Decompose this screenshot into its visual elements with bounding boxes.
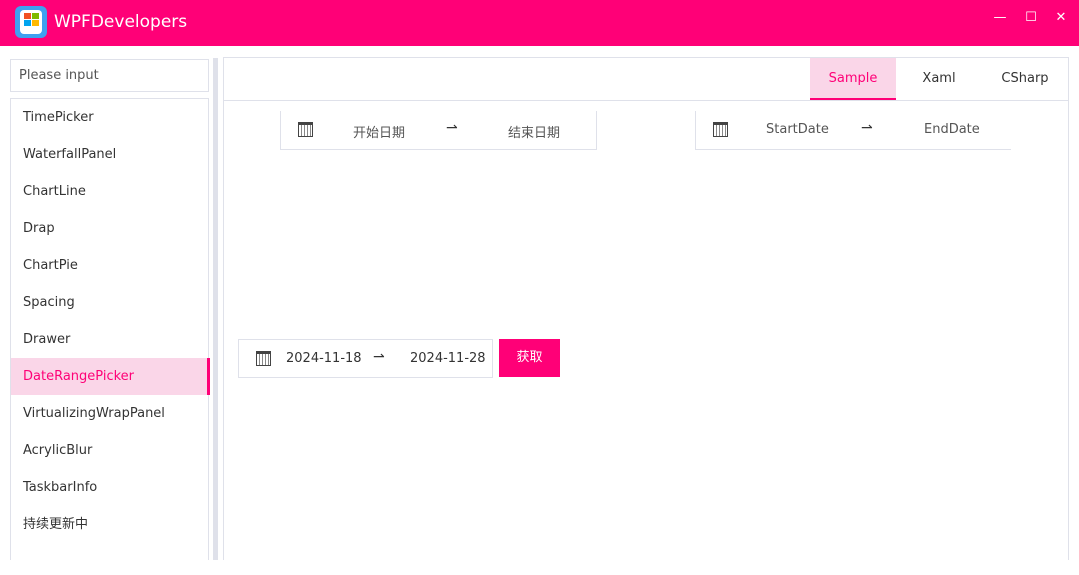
sidebar-item-waterfallpanel[interactable]: WaterfallPanel xyxy=(11,136,208,173)
tab-divider xyxy=(224,100,1068,101)
tab-sample[interactable]: Sample xyxy=(810,58,896,100)
date-range-picker-english[interactable]: StartDate ⇀ EndDate xyxy=(695,111,1011,150)
arrow-icon: ⇀ xyxy=(446,120,458,136)
tab-xaml[interactable]: Xaml xyxy=(896,58,982,100)
title-bar: WPFDevelopers — ☐ ✕ xyxy=(0,0,1079,46)
end-date-value: 2024-11-28 xyxy=(410,351,486,366)
arrow-icon: ⇀ xyxy=(373,349,385,365)
sidebar-item-timepicker[interactable]: TimePicker xyxy=(11,99,208,136)
calendar-icon xyxy=(298,122,313,137)
sidebar-item-chartline[interactable]: ChartLine xyxy=(11,173,208,210)
search-input[interactable]: Please input xyxy=(10,59,209,92)
sidebar-item-virtualizingwrappanel[interactable]: VirtualizingWrapPanel xyxy=(11,395,208,432)
close-button[interactable]: ✕ xyxy=(1051,10,1071,26)
sidebar-item-chartpie[interactable]: ChartPie xyxy=(11,247,208,284)
sidebar-item-drap[interactable]: Drap xyxy=(11,210,208,247)
sidebar-list: TimePicker WaterfallPanel ChartLine Drap… xyxy=(10,98,210,560)
start-date-value: 2024-11-18 xyxy=(286,351,362,366)
minimize-button[interactable]: — xyxy=(990,10,1010,26)
window-title: WPFDevelopers xyxy=(54,12,188,32)
date-range-picker-values[interactable]: 2024-11-18 ⇀ 2024-11-28 xyxy=(238,339,493,378)
end-date-placeholder: 结束日期 xyxy=(508,126,561,141)
sidebar-item-daterangepicker[interactable]: DateRangePicker xyxy=(11,358,210,395)
calendar-icon xyxy=(256,351,271,366)
sidebar-item-spacing[interactable]: Spacing xyxy=(11,284,208,321)
sidebar-scrollbar[interactable] xyxy=(213,58,218,560)
app-logo-icon xyxy=(15,6,47,38)
get-button[interactable]: 获取 xyxy=(499,339,560,377)
sidebar-item-acrylicblur[interactable]: AcrylicBlur xyxy=(11,432,208,469)
maximize-button[interactable]: ☐ xyxy=(1021,10,1041,26)
sidebar-item-updating[interactable]: 持续更新中 xyxy=(11,506,208,543)
date-range-picker-chinese[interactable]: 开始日期 ⇀ 结束日期 xyxy=(280,111,597,150)
tab-csharp[interactable]: CSharp xyxy=(982,58,1068,100)
end-date-placeholder: EndDate xyxy=(924,122,980,137)
sidebar-item-taskbarinfo[interactable]: TaskbarInfo xyxy=(11,469,208,506)
start-date-placeholder: StartDate xyxy=(766,122,829,137)
start-date-placeholder: 开始日期 xyxy=(353,126,406,141)
sidebar-item-drawer[interactable]: Drawer xyxy=(11,321,208,358)
calendar-icon xyxy=(713,122,728,137)
arrow-icon: ⇀ xyxy=(861,120,873,136)
